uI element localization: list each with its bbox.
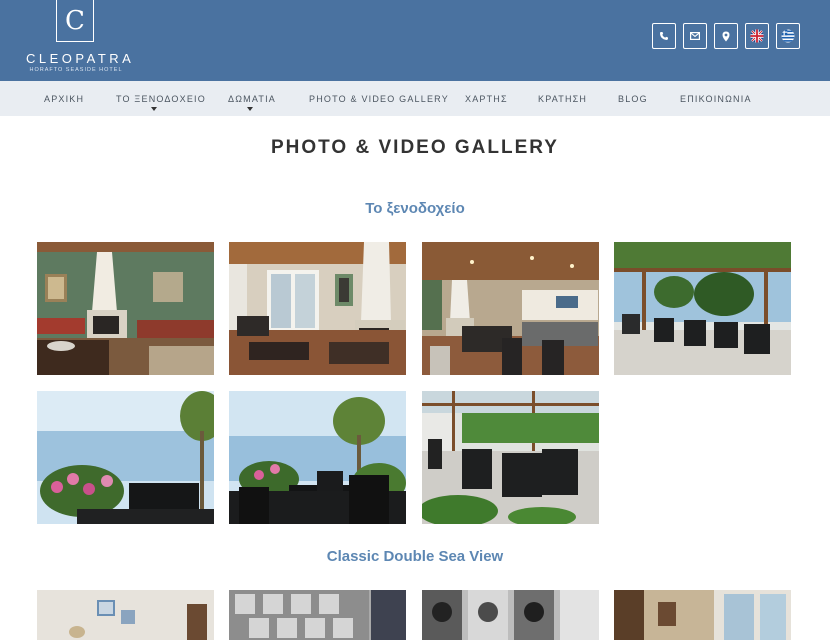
gallery-photo-bar-area[interactable] [422,242,599,375]
email-button[interactable] [683,23,707,49]
page-title: PHOTO & VIDEO GALLERY [271,137,559,158]
main-navigation: ΑΡΧΙΚΗ ΤΟ ΞΕΝΟΔΟΧΕΙΟ ΔΩΜΑΤΙΑ PHOTO & VID… [0,81,830,116]
chevron-down-icon [151,107,157,111]
gallery-photo-lounge-windows[interactable] [229,242,406,375]
nav-item-contact[interactable]: ΕΠΙΚΟΙΝΩΝΙΑ [680,94,752,104]
greek-flag-icon [781,29,795,43]
gallery-photo-terrace-pergola[interactable] [614,242,791,375]
uk-flag-icon [750,29,764,43]
nav-item-home[interactable]: ΑΡΧΙΚΗ [44,94,84,104]
gallery-photo-sea-view-hydrangea[interactable] [37,391,214,524]
nav-item-booking[interactable]: ΚΡΑΤΗΣΗ [538,94,587,104]
section-title-hotel: Το ξενοδοχείο [365,200,465,217]
site-header: C CLEOPATRA HORAFTO SEASIDE HOTEL [0,0,830,81]
language-english-button[interactable] [745,23,769,49]
phone-button[interactable] [652,23,676,49]
logo-letter: C [65,5,85,36]
phone-icon [660,32,668,40]
brand-name: CLEOPATRA [26,51,135,66]
location-button[interactable] [714,23,738,49]
gallery-photo-lounge-fireplace[interactable] [37,242,214,375]
chevron-down-icon [247,107,253,111]
gallery-photo-room-3[interactable] [422,590,599,640]
language-greek-button[interactable] [776,23,800,49]
brand-subtitle: HORAFTO SEASIDE HOTEL [29,67,123,73]
logo[interactable]: C [56,0,94,42]
nav-item-hotel[interactable]: ΤΟ ΞΕΝΟΔΟΧΕΙΟ [116,94,206,104]
nav-item-rooms[interactable]: ΔΩΜΑΤΙΑ [228,94,276,104]
gallery-photo-room-4[interactable] [614,590,791,640]
gallery-photo-garden-terrace[interactable] [422,391,599,524]
nav-item-map[interactable]: ΧΑΡΤΗΣ [465,94,508,104]
nav-item-blog[interactable]: BLOG [618,94,648,104]
mail-icon [690,32,700,40]
gallery-photo-sea-view-table[interactable] [229,391,406,524]
nav-item-gallery[interactable]: PHOTO & VIDEO GALLERY [309,94,449,104]
gallery-photo-room-2[interactable] [229,590,406,640]
map-pin-icon [722,31,730,41]
section-title-classic-double-sea-view: Classic Double Sea View [326,548,504,565]
gallery-photo-room-1[interactable] [37,590,214,640]
